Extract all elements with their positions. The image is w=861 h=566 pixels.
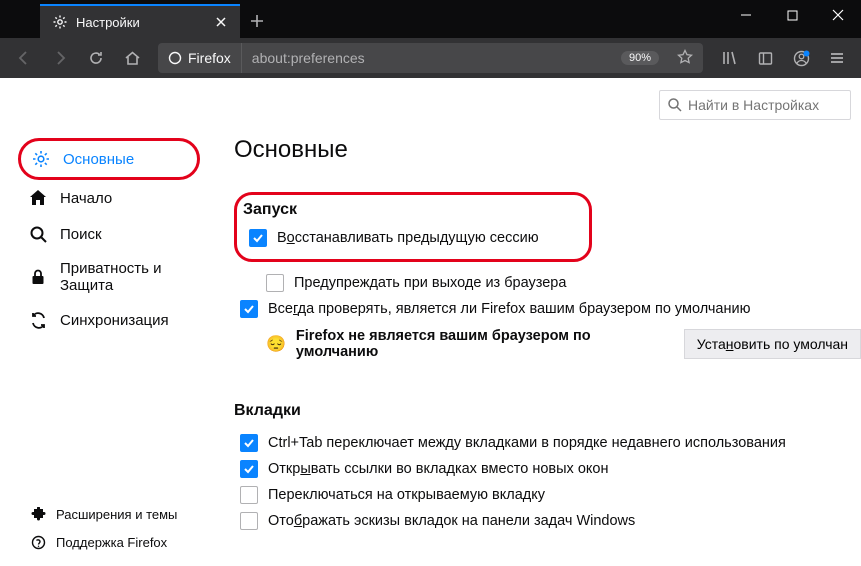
main-panel: Основные Запуск Восстанавливать предыдущ… bbox=[210, 78, 861, 566]
switch-to-new-tab-row: Переключаться на открываемую вкладку bbox=[234, 482, 861, 508]
not-default-row: 😔 Firefox не является вашим браузером по… bbox=[234, 322, 861, 366]
forward-button[interactable] bbox=[44, 42, 76, 74]
help-icon bbox=[30, 534, 46, 550]
identity-box[interactable]: Firefox bbox=[158, 43, 242, 73]
always-check-default-label: Всегда проверять, является ли Firefox ва… bbox=[268, 301, 750, 317]
sidebar-item-addons[interactable]: Расширения и темы bbox=[22, 500, 200, 528]
sidebar-button[interactable] bbox=[749, 42, 781, 74]
tab-title: Настройки bbox=[76, 15, 204, 30]
gear-icon bbox=[52, 14, 68, 30]
always-check-default-checkbox[interactable] bbox=[240, 300, 258, 318]
sidebar-item-search[interactable]: Поиск bbox=[18, 216, 200, 252]
url-bar[interactable]: Firefox about:preferences 90% bbox=[158, 43, 703, 73]
sidebar-item-home[interactable]: Начало bbox=[18, 180, 200, 216]
sidebar-item-general[interactable]: Основные bbox=[18, 138, 200, 180]
warn-on-close-checkbox[interactable] bbox=[266, 274, 284, 292]
puzzle-icon bbox=[30, 506, 46, 522]
open-links-tabs-checkbox[interactable] bbox=[240, 460, 258, 478]
section-title-tabs: Вкладки bbox=[234, 402, 861, 420]
firefox-icon bbox=[168, 51, 182, 65]
sidebar-item-label: Расширения и темы bbox=[56, 507, 177, 522]
identity-label: Firefox bbox=[188, 50, 231, 66]
taskbar-previews-checkbox[interactable] bbox=[240, 512, 258, 530]
tabs-strip: Настройки bbox=[0, 0, 723, 38]
open-links-tabs-label: Открывать ссылки во вкладках вместо новы… bbox=[268, 461, 608, 477]
category-sidebar: Основные Начало Поиск Приватность и Защи… bbox=[0, 78, 210, 566]
search-icon bbox=[667, 97, 682, 115]
not-default-text: Firefox не является вашим браузером по у… bbox=[296, 328, 668, 360]
search-input[interactable] bbox=[659, 90, 851, 120]
nav-toolbar: Firefox about:preferences 90% bbox=[0, 38, 861, 78]
url-text: about:preferences bbox=[242, 50, 621, 66]
make-default-button[interactable]: Установить по умолчан bbox=[684, 329, 861, 359]
ctrl-tab-row: Ctrl+Tab переключает между вкладками в п… bbox=[234, 430, 861, 456]
startup-highlight: Запуск Восстанавливать предыдущую сессию bbox=[234, 192, 592, 262]
tab-close-button[interactable] bbox=[212, 13, 230, 31]
always-check-default-row: Всегда проверять, является ли Firefox ва… bbox=[234, 296, 861, 322]
sidebar-item-label: Поиск bbox=[60, 226, 102, 243]
zoom-indicator[interactable]: 90% bbox=[621, 51, 659, 65]
sidebar-item-label: Поддержка Firefox bbox=[56, 535, 167, 550]
home-icon bbox=[28, 188, 48, 208]
new-tab-button[interactable] bbox=[240, 4, 274, 38]
sidebar-item-sync[interactable]: Синхронизация bbox=[18, 302, 200, 338]
search-icon bbox=[28, 224, 48, 244]
sidebar-item-label: Приватность и Защита bbox=[60, 260, 190, 294]
gear-icon bbox=[31, 149, 51, 169]
sidebar-item-label: Основные bbox=[63, 151, 134, 168]
sidebar-item-label: Начало bbox=[60, 190, 112, 207]
taskbar-previews-label: Отображать эскизы вкладок на панели зада… bbox=[268, 513, 635, 529]
sidebar-item-privacy[interactable]: Приватность и Защита bbox=[18, 252, 200, 302]
warn-on-close-label: Предупреждать при выходе из браузера bbox=[294, 275, 566, 291]
restore-session-row: Восстанавливать предыдущую сессию bbox=[243, 225, 539, 251]
page-title: Основные bbox=[234, 136, 861, 164]
ctrl-tab-checkbox[interactable] bbox=[240, 434, 258, 452]
back-button[interactable] bbox=[8, 42, 40, 74]
sad-face-icon: 😔 bbox=[266, 334, 286, 354]
window-controls bbox=[723, 0, 861, 30]
library-button[interactable] bbox=[713, 42, 745, 74]
switch-to-new-tab-label: Переключаться на открываемую вкладку bbox=[268, 487, 545, 503]
titlebar: Настройки bbox=[0, 0, 861, 38]
lock-icon bbox=[28, 267, 48, 287]
switch-to-new-tab-checkbox[interactable] bbox=[240, 486, 258, 504]
close-window-button[interactable] bbox=[815, 0, 861, 30]
home-button[interactable] bbox=[116, 42, 148, 74]
sync-icon bbox=[28, 310, 48, 330]
taskbar-previews-row: Отображать эскизы вкладок на панели зада… bbox=[234, 508, 861, 534]
warn-on-close-row: Предупреждать при выходе из браузера bbox=[234, 270, 861, 296]
tab-preferences[interactable]: Настройки bbox=[40, 4, 240, 38]
sidebar-item-support[interactable]: Поддержка Firefox bbox=[22, 528, 200, 556]
minimize-button[interactable] bbox=[723, 0, 769, 30]
sidebar-item-label: Синхронизация bbox=[60, 312, 169, 329]
menu-button[interactable] bbox=[821, 42, 853, 74]
restore-session-checkbox[interactable] bbox=[249, 229, 267, 247]
bookmark-star-icon[interactable] bbox=[667, 49, 703, 68]
open-links-tabs-row: Открывать ссылки во вкладках вместо новы… bbox=[234, 456, 861, 482]
reload-button[interactable] bbox=[80, 42, 112, 74]
search-preferences bbox=[659, 90, 851, 120]
section-title-startup: Запуск bbox=[243, 201, 539, 219]
preferences-content: Основные Начало Поиск Приватность и Защи… bbox=[0, 78, 861, 566]
ctrl-tab-label: Ctrl+Tab переключает между вкладками в п… bbox=[268, 435, 786, 451]
restore-session-label: Восстанавливать предыдущую сессию bbox=[277, 230, 539, 246]
account-button[interactable] bbox=[785, 42, 817, 74]
maximize-button[interactable] bbox=[769, 0, 815, 30]
